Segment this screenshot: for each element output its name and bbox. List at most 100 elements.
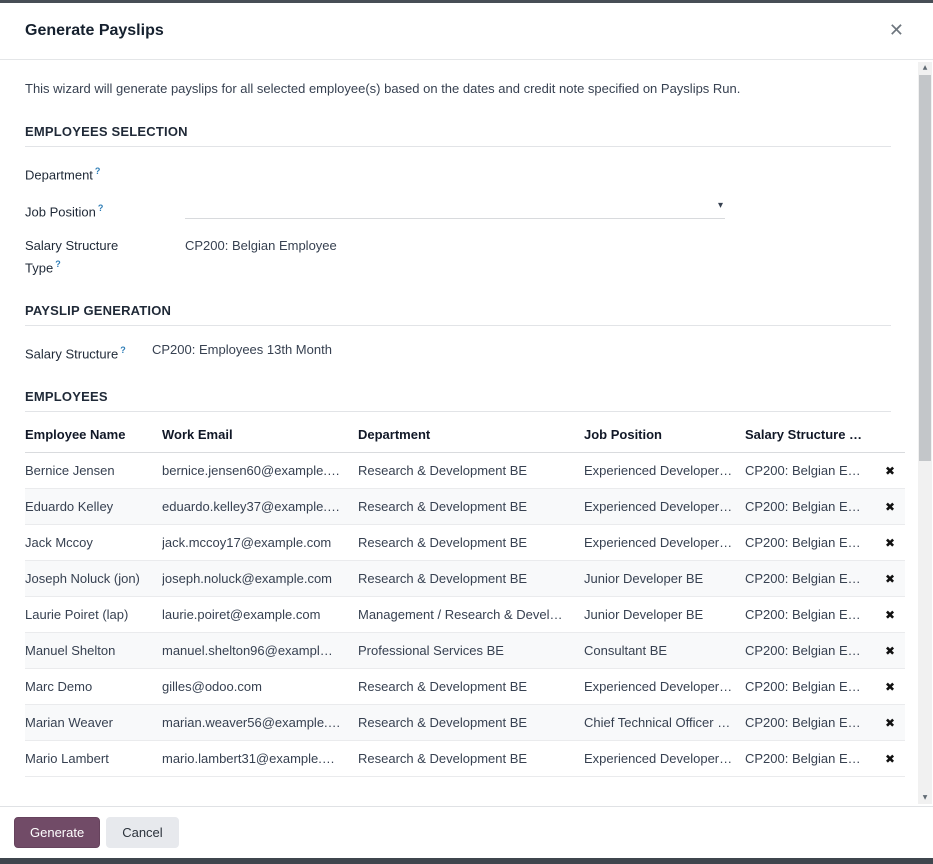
table-cell[interactable]: laurie.poiret@example.com [162,597,358,633]
table-cell[interactable]: CP200: Belgian E… [745,741,875,777]
employees-table: Employee Name Work Email Department Job … [25,415,905,789]
table-cell[interactable]: Research & Development BE [358,489,584,525]
scroll-down-icon[interactable]: ▼ [918,792,932,804]
table-cell[interactable]: CP200: Belgian E… [745,633,875,669]
help-icon[interactable]: ? [55,259,61,269]
table-row: Manuel Sheltonmanuel.shelton96@exampl…Pr… [25,633,905,669]
dialog-body: This wizard will generate payslips for a… [0,60,933,806]
salary-structure-value: CP200: Employees 13th Month [152,341,332,363]
table-cell [584,777,745,789]
salary-structure-label: Salary Structure? [25,341,152,363]
table-cell[interactable]: CP200: Belgian E… [745,561,875,597]
table-cell[interactable]: manuel.shelton96@exampl… [162,633,358,669]
table-cell[interactable]: CP200: Belgian E… [745,669,875,705]
table-cell[interactable]: Chief Technical Officer … [584,705,745,741]
help-icon[interactable]: ? [95,166,101,176]
table-cell[interactable]: mario.lambert31@example.… [162,741,358,777]
delete-row-icon[interactable]: ✖ [885,500,895,514]
generate-button[interactable]: Generate [14,817,100,848]
chevron-down-icon[interactable]: ▾ [718,200,723,211]
table-row: Jack Mccoyjack.mccoy17@example.comResear… [25,525,905,561]
table-cell[interactable]: Research & Development BE [358,561,584,597]
delete-row-icon[interactable]: ✖ [885,752,895,766]
table-cell[interactable]: CP200: Belgian E… [745,525,875,561]
delete-row-icon[interactable]: ✖ [885,716,895,730]
field-salary-structure: Salary Structure? CP200: Employees 13th … [25,341,891,363]
row-actions-cell: ✖ [875,669,905,705]
scroll-up-icon[interactable]: ▲ [918,62,932,74]
table-row: Eduardo Kelleyeduardo.kelley37@example.…… [25,489,905,525]
job-position-label: Job Position? [25,199,185,221]
field-salary-structure-type: Salary Structure Type? CP200: Belgian Em… [25,237,891,277]
table-cell[interactable]: joseph.noluck@example.com [162,561,358,597]
table-cell[interactable]: Laurie Poiret (lap) [25,597,162,633]
col-header-employee-name: Employee Name [25,415,162,453]
table-cell[interactable]: Research & Development BE [358,669,584,705]
section-heading-employees: EMPLOYEES [25,389,891,412]
table-cell[interactable]: Experienced Developer… [584,669,745,705]
table-cell[interactable]: Junior Developer BE [584,561,745,597]
table-cell[interactable]: CP200: Belgian E… [745,597,875,633]
table-cell[interactable]: CP200: Belgian E… [745,705,875,741]
delete-row-icon[interactable]: ✖ [885,464,895,478]
delete-row-icon[interactable]: ✖ [885,608,895,622]
salary-structure-type-value: CP200: Belgian Employee [185,237,337,277]
table-row [25,777,905,789]
wizard-description: This wizard will generate payslips for a… [25,80,891,98]
table-cell[interactable]: Consultant BE [584,633,745,669]
help-icon[interactable]: ? [120,345,126,355]
table-cell[interactable]: Experienced Developer… [584,741,745,777]
vertical-scrollbar[interactable]: ▲ ▼ [918,62,932,804]
table-cell[interactable]: gilles@odoo.com [162,669,358,705]
cancel-button[interactable]: Cancel [106,817,178,848]
table-cell[interactable]: Research & Development BE [358,525,584,561]
row-actions-cell: ✖ [875,705,905,741]
row-actions-cell: ✖ [875,633,905,669]
scrollbar-thumb[interactable] [919,75,931,461]
table-cell[interactable]: CP200: Belgian E… [745,453,875,489]
table-cell[interactable]: Research & Development BE [358,705,584,741]
delete-row-icon[interactable]: ✖ [885,536,895,550]
table-cell[interactable]: Mario Lambert [25,741,162,777]
close-icon[interactable]: ✕ [885,20,908,42]
row-actions-cell: ✖ [875,489,905,525]
row-actions-cell: ✖ [875,453,905,489]
row-actions-cell [875,777,905,789]
help-icon[interactable]: ? [98,203,104,213]
table-cell[interactable]: Research & Development BE [358,741,584,777]
table-cell[interactable]: eduardo.kelley37@example.… [162,489,358,525]
delete-row-icon[interactable]: ✖ [885,680,895,694]
table-cell[interactable]: Research & Development BE [358,453,584,489]
table-cell[interactable]: jack.mccoy17@example.com [162,525,358,561]
table-cell[interactable]: Management / Research & Devel… [358,597,584,633]
table-row: Marc Demogilles@odoo.comResearch & Devel… [25,669,905,705]
delete-row-icon[interactable]: ✖ [885,572,895,586]
table-cell[interactable]: Experienced Developer… [584,489,745,525]
table-cell [25,777,162,789]
table-cell[interactable]: Bernice Jensen [25,453,162,489]
generate-payslips-dialog: Generate Payslips ✕ This wizard will gen… [0,3,933,858]
table-cell[interactable]: Experienced Developer… [584,525,745,561]
table-row: Joseph Noluck (jon)joseph.noluck@example… [25,561,905,597]
col-header-job-position: Job Position [584,415,745,453]
table-cell [745,777,875,789]
table-cell[interactable]: bernice.jensen60@example.… [162,453,358,489]
table-cell[interactable]: Jack Mccoy [25,525,162,561]
table-cell[interactable]: marian.weaver56@example.… [162,705,358,741]
table-cell[interactable]: Experienced Developer… [584,453,745,489]
table-cell[interactable]: Professional Services BE [358,633,584,669]
delete-row-icon[interactable]: ✖ [885,644,895,658]
table-cell[interactable]: Joseph Noluck (jon) [25,561,162,597]
job-position-input[interactable]: ▾ [185,199,725,219]
table-cell[interactable]: Junior Developer BE [584,597,745,633]
department-label: Department? [25,162,185,184]
salary-structure-type-label: Salary Structure Type? [25,237,185,277]
payslip-generation-fields: Salary Structure? CP200: Employees 13th … [25,341,891,363]
table-cell[interactable]: Marc Demo [25,669,162,705]
table-cell[interactable]: Eduardo Kelley [25,489,162,525]
row-actions-cell: ✖ [875,525,905,561]
table-cell[interactable]: Manuel Shelton [25,633,162,669]
table-cell[interactable]: Marian Weaver [25,705,162,741]
screen: Generate Payslips ✕ This wizard will gen… [0,0,933,864]
table-cell[interactable]: CP200: Belgian E… [745,489,875,525]
